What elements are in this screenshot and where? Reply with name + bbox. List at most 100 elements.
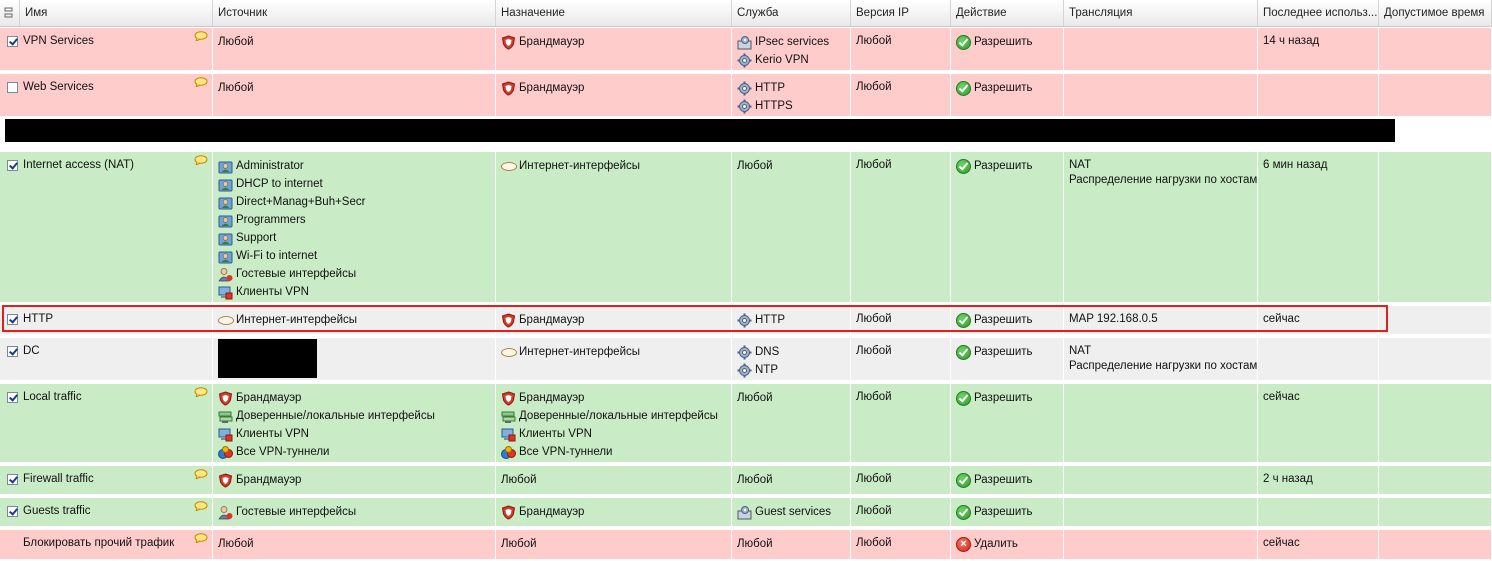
ip-version-cell[interactable]: Любой (851, 384, 951, 462)
source-cell[interactable]: Брандмауэр Доверенные/локальные интерфейс… (213, 384, 496, 462)
valid-time-cell[interactable] (1379, 306, 1492, 334)
service-cell[interactable]: Любой (732, 530, 851, 559)
destination-cell[interactable]: Брандмауэр Доверенные/локальные интерфейс… (496, 384, 732, 462)
last-used-cell[interactable]: 14 ч назад (1258, 28, 1379, 70)
rule-name-cell[interactable]: Web Services (0, 74, 213, 116)
destination-cell[interactable]: Любой (496, 530, 732, 559)
last-used-cell[interactable]: 2 ч назад (1258, 466, 1379, 494)
rule-row[interactable]: Local traffic Брандмауэр Доверенные/локаль… (0, 384, 1492, 464)
last-used-cell[interactable] (1258, 498, 1379, 526)
valid-time-cell[interactable] (1379, 28, 1492, 70)
column-header-source[interactable]: Источник (213, 0, 496, 26)
destination-cell[interactable]: Интернет-интерфейсы (496, 152, 732, 302)
last-used-cell[interactable] (1258, 338, 1379, 380)
comment-icon[interactable] (194, 469, 208, 480)
service-cell[interactable]: Любой (732, 384, 851, 462)
action-cell[interactable]: Разрешить (951, 306, 1064, 334)
action-cell[interactable]: Разрешить (951, 74, 1064, 116)
rule-enabled-checkbox[interactable] (7, 81, 18, 93)
ip-version-cell[interactable]: Любой (851, 498, 951, 526)
source-cell[interactable]: Брандмауэр (213, 466, 496, 494)
action-cell[interactable]: Разрешить (951, 338, 1064, 380)
rule-enabled-checkbox[interactable] (7, 505, 18, 517)
action-cell[interactable]: Разрешить (951, 152, 1064, 302)
last-used-cell[interactable]: сейчас (1258, 306, 1379, 334)
destination-cell[interactable]: Брандмауэр (496, 74, 732, 116)
source-cell[interactable]: Гостевые интерфейсы (213, 498, 496, 526)
comment-icon[interactable] (194, 501, 208, 512)
rule-row[interactable]: Web Services Любой Брандмауэр HTTP HTTPS Любо… (0, 74, 1492, 118)
ip-version-cell[interactable]: Любой (851, 466, 951, 494)
column-header-last-used[interactable]: Последнее использ... (1258, 0, 1379, 26)
service-cell[interactable]: Любой (732, 466, 851, 494)
column-header-valid-time[interactable]: Допустимое время (1379, 0, 1492, 26)
destination-cell[interactable]: Брандмауэр (496, 28, 732, 70)
last-used-cell[interactable]: сейчас (1258, 530, 1379, 559)
rule-enabled-checkbox[interactable] (7, 35, 18, 47)
valid-time-cell[interactable] (1379, 530, 1492, 559)
rule-row[interactable]: VPN Services Любой Брандмауэр IPsec service… (0, 28, 1492, 72)
rule-enabled-checkbox[interactable] (7, 313, 18, 325)
source-cell[interactable]: Любой (213, 28, 496, 70)
rule-enabled-checkbox[interactable] (7, 391, 18, 403)
comment-icon[interactable] (194, 155, 208, 166)
comment-icon[interactable] (194, 77, 208, 88)
rule-name-cell[interactable]: VPN Services (0, 28, 213, 70)
source-cell[interactable]: Интернет-интерфейсы (213, 306, 496, 334)
translation-cell[interactable] (1064, 28, 1258, 70)
column-header-translation[interactable]: Трансляция (1064, 0, 1258, 26)
service-cell[interactable]: HTTP HTTPS (732, 74, 851, 116)
action-cell[interactable]: Разрешить (951, 466, 1064, 494)
ip-version-cell[interactable]: Любой (851, 74, 951, 116)
source-cell[interactable]: Любой (213, 74, 496, 116)
last-used-cell[interactable] (1258, 74, 1379, 116)
translation-cell[interactable]: NAT Распределение нагрузки по хостам (1064, 338, 1258, 380)
column-header-name[interactable]: Имя (20, 0, 213, 26)
rule-name-cell[interactable]: HTTP (0, 306, 213, 334)
comment-icon[interactable] (194, 387, 208, 398)
action-cell[interactable]: Разрешить (951, 498, 1064, 526)
translation-cell[interactable] (1064, 498, 1258, 526)
source-cell[interactable]: Administrator DHCP to internet Direct+Mana… (213, 152, 496, 302)
rule-row[interactable]: Guests traffic Гостевые интерфейсы Брандма… (0, 498, 1492, 528)
ip-version-cell[interactable]: Любой (851, 306, 951, 334)
translation-cell[interactable]: MAP 192.168.0.5 (1064, 306, 1258, 334)
rule-name-cell[interactable]: Local traffic (0, 384, 213, 462)
rule-name-cell[interactable]: Блокировать прочий трафик (0, 530, 213, 559)
rule-name-cell[interactable]: Internet access (NAT) (0, 152, 213, 302)
service-cell[interactable]: IPsec services Kerio VPN (732, 28, 851, 70)
ip-version-cell[interactable]: Любой (851, 152, 951, 302)
column-header-destination[interactable]: Назначение (496, 0, 732, 26)
destination-cell[interactable]: Брандмауэр (496, 306, 732, 334)
service-cell[interactable]: Любой (732, 152, 851, 302)
rule-row[interactable]: Блокировать прочий трафик Любой Любой Любой… (0, 530, 1492, 561)
valid-time-cell[interactable] (1379, 498, 1492, 526)
action-cell[interactable]: × Удалить (951, 530, 1064, 559)
action-cell[interactable]: Разрешить (951, 28, 1064, 70)
rule-row[interactable]: Firewall traffic Брандмауэр Любой Любой Любо… (0, 466, 1492, 496)
action-cell[interactable]: Разрешить (951, 384, 1064, 462)
service-cell[interactable]: DNS NTP (732, 338, 851, 380)
column-header-service[interactable]: Служба (732, 0, 851, 26)
rule-name-cell[interactable]: DC (0, 338, 213, 380)
comment-icon[interactable] (194, 533, 208, 544)
destination-cell[interactable]: Любой (496, 466, 732, 494)
valid-time-cell[interactable] (1379, 74, 1492, 116)
last-used-cell[interactable]: сейчас (1258, 384, 1379, 462)
source-cell[interactable]: Любой (213, 530, 496, 559)
rule-row[interactable]: HTTP Интернет-интерфейсы Брандмауэр HTTP Люб… (0, 306, 1492, 336)
destination-cell[interactable]: Интернет-интерфейсы (496, 338, 732, 380)
rule-row[interactable]: Internet access (NAT) Administrator DHCP t… (0, 152, 1492, 304)
rule-name-cell[interactable]: Firewall traffic (0, 466, 213, 494)
rule-name-cell[interactable]: Guests traffic (0, 498, 213, 526)
service-cell[interactable]: HTTP (732, 306, 851, 334)
destination-cell[interactable]: Брандмауэр (496, 498, 732, 526)
translation-cell[interactable] (1064, 466, 1258, 494)
valid-time-cell[interactable] (1379, 466, 1492, 494)
column-header-action[interactable]: Действие (951, 0, 1064, 26)
valid-time-cell[interactable] (1379, 152, 1492, 302)
column-config-header[interactable] (0, 0, 20, 26)
last-used-cell[interactable]: 6 мин назад (1258, 152, 1379, 302)
rule-enabled-checkbox[interactable] (7, 473, 18, 485)
rule-enabled-checkbox[interactable] (7, 345, 18, 357)
